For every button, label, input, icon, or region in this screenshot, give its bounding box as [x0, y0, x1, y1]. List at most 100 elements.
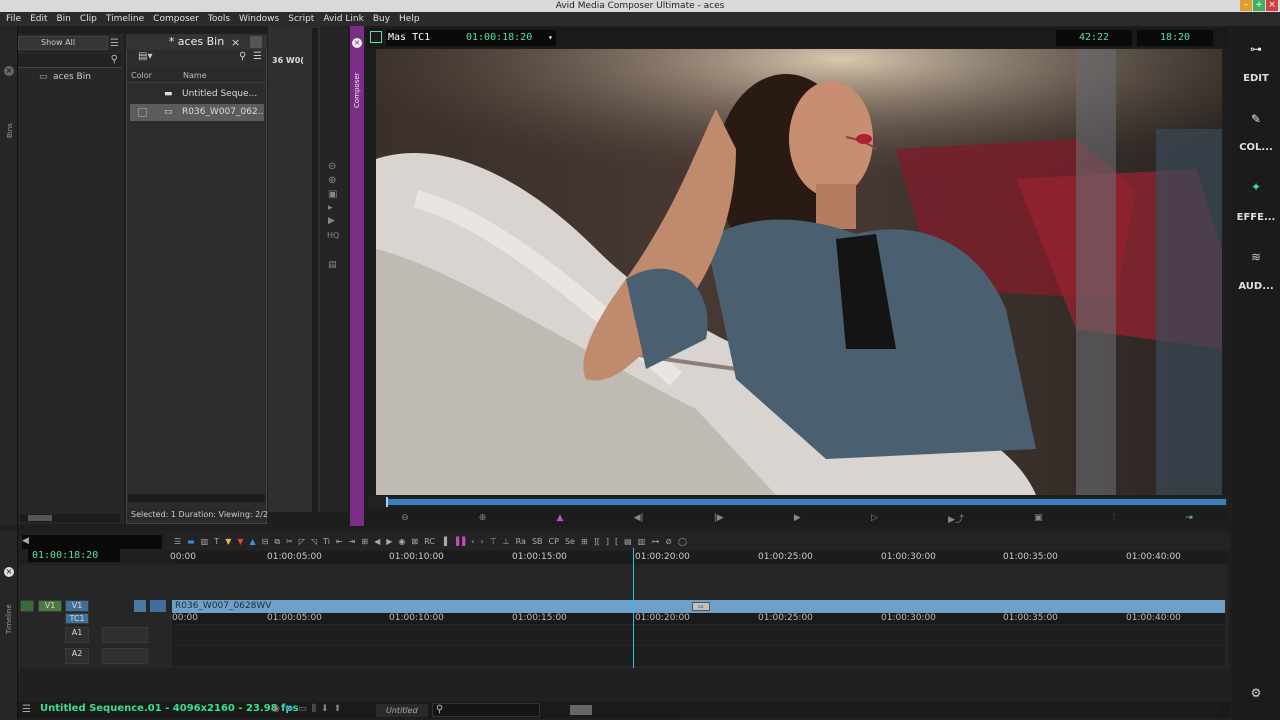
workspace-edit[interactable]: EDIT	[1232, 73, 1280, 84]
search-icon[interactable]: ⚲	[239, 51, 246, 62]
close-icon[interactable]: ×	[4, 567, 14, 577]
cut-icon[interactable]: ✂	[286, 537, 293, 546]
timeline-zoom-thumb[interactable]	[570, 705, 592, 715]
a2-controls[interactable]	[102, 648, 148, 664]
zoom-out-icon[interactable]: ⊖	[401, 513, 409, 523]
up-arrow-icon[interactable]: ⬆	[334, 704, 342, 714]
settings-icon[interactable]	[250, 36, 262, 48]
play-icon[interactable]: ▶	[794, 513, 801, 523]
columns-icon[interactable]: ⊞	[581, 537, 588, 546]
play-loop-icon[interactable]: ▷	[871, 513, 878, 523]
column-name[interactable]: Name	[183, 71, 207, 80]
open-bracket-icon[interactable]: [	[615, 537, 618, 546]
play-icon[interactable]: ▶	[328, 216, 335, 226]
bin-view-icon[interactable]: ▤▾	[138, 51, 152, 62]
toggle-icon[interactable]: ⊶	[651, 537, 659, 546]
bin-scrollbar[interactable]	[128, 494, 265, 502]
workspace-effects[interactable]: EFFE...	[1232, 212, 1280, 223]
menu-timeline[interactable]: Timeline	[106, 14, 144, 24]
workspace-color[interactable]: COL...	[1232, 142, 1280, 153]
zoom-in-icon[interactable]: ⊕	[479, 513, 487, 523]
menu-avid-link[interactable]: Avid Link	[323, 14, 363, 24]
bin-item-aces[interactable]: aces Bin	[53, 72, 91, 82]
mark-icon[interactable]: ▲	[557, 513, 564, 523]
color-brush-icon[interactable]: ✎	[1232, 112, 1280, 126]
show-all-select[interactable]: Show All	[18, 36, 108, 50]
bin-row-sequence[interactable]: ▬ Untitled Seque...	[130, 86, 264, 103]
hq-icon[interactable]: HQ	[327, 231, 339, 240]
menu-script[interactable]: Script	[288, 14, 314, 24]
trim-right-icon[interactable]: ◹	[311, 537, 317, 546]
play-icon[interactable]: ▶	[386, 537, 392, 546]
next-edit-icon[interactable]: ›	[481, 537, 484, 546]
bin-search-input[interactable]: ⚲	[18, 54, 122, 68]
ra-button[interactable]: Ra	[516, 537, 526, 546]
panel-right-icon[interactable]: ▥	[638, 537, 646, 546]
close-bracket-icon[interactable]: ]	[606, 537, 609, 546]
down-arrow-icon[interactable]: ⬇	[321, 704, 329, 714]
timeline-scrollbar[interactable]	[680, 705, 1220, 715]
display-icon[interactable]: ▤	[328, 260, 337, 270]
cp-button[interactable]: CP	[549, 537, 559, 546]
source-scrollbar[interactable]	[312, 28, 318, 512]
clip-color-icon[interactable]: ▥	[201, 537, 209, 546]
audio-wave-icon[interactable]: ≋	[1232, 250, 1280, 264]
audio-icon[interactable]: ⫼	[312, 704, 316, 714]
search-icon[interactable]: ⚲	[436, 704, 443, 715]
tc-display[interactable]: Mas TC1 01:00:18:20 ▾	[386, 30, 556, 46]
segment-icon[interactable]: ⧉	[274, 537, 280, 547]
counter-b[interactable]: 18:20	[1137, 30, 1213, 46]
source-v1-monitor[interactable]	[20, 600, 34, 612]
timeline-monitor-strip[interactable]: ◀	[22, 535, 162, 549]
menu-clip[interactable]: Clip	[80, 14, 97, 24]
lift-icon[interactable]: ▲	[250, 537, 256, 546]
source-v1-track[interactable]: V1	[38, 600, 62, 612]
sb-button[interactable]: SB	[532, 537, 543, 546]
rc-button[interactable]: RC	[424, 537, 435, 546]
record-v1-track[interactable]: V1	[65, 600, 89, 612]
monitor-icon[interactable]: ▭	[298, 704, 307, 714]
settings-icon[interactable]: ⚙	[1232, 686, 1280, 700]
splice-in-icon[interactable]: ▼	[225, 537, 231, 546]
menu-windows[interactable]: Windows	[239, 14, 279, 24]
maximize-icon[interactable]: +	[1253, 0, 1265, 11]
mark-clip-icon[interactable]: ▐▐	[453, 537, 465, 546]
close-icon[interactable]: ×	[231, 36, 240, 49]
bottom-icon[interactable]: ⊥	[503, 537, 510, 546]
mark-in-icon[interactable]: ▐	[441, 537, 447, 546]
brackets-icon[interactable]: ][	[594, 537, 600, 546]
viewer-frame[interactable]	[376, 49, 1222, 495]
position-indicator[interactable]	[386, 497, 388, 507]
panel-left-icon[interactable]: ▤	[624, 537, 632, 546]
bin-row-clip[interactable]: ▭ R036_W007_062...	[130, 104, 264, 121]
record-icon[interactable]: ◉	[272, 704, 280, 714]
effects-wand-icon[interactable]: ✦	[1232, 180, 1280, 194]
step-back-icon[interactable]: ◀	[374, 537, 380, 546]
counter-a[interactable]: 42:22	[1056, 30, 1132, 46]
edit-icon[interactable]: ⊶	[1232, 42, 1280, 56]
search-icon[interactable]: ⚲	[111, 54, 118, 65]
track-icon[interactable]: ▬	[285, 704, 294, 714]
monitor-icon[interactable]	[370, 31, 382, 43]
scroll-thumb[interactable]	[28, 515, 52, 521]
menu-icon[interactable]: ☰	[174, 537, 181, 546]
circle-icon[interactable]: ◯	[678, 537, 687, 546]
menu-buy[interactable]: Buy	[373, 14, 390, 24]
playhead[interactable]	[633, 548, 634, 668]
effect-icon[interactable]: ▭	[692, 602, 710, 611]
prev-edit-icon[interactable]: ‹	[471, 537, 474, 546]
chevron-down-icon[interactable]: ▾	[548, 30, 553, 46]
render-icon[interactable]: ⊠	[411, 537, 418, 546]
v1-monitor-icon[interactable]	[150, 600, 166, 612]
close-icon[interactable]: ×	[1266, 0, 1278, 11]
se-button[interactable]: Se	[565, 537, 575, 546]
record-icon[interactable]: ◉	[398, 537, 405, 546]
text-tool-icon[interactable]: T	[214, 537, 219, 546]
workspace-audio[interactable]: AUD...	[1232, 281, 1280, 292]
zoom-out-icon[interactable]: ⊖	[328, 161, 336, 172]
extract-icon[interactable]: ⊟	[262, 537, 269, 546]
display-icon[interactable]: ▣	[1034, 513, 1043, 523]
blue-track-icon[interactable]: ▬	[187, 537, 195, 546]
menu-help[interactable]: Help	[399, 14, 420, 24]
top-icon[interactable]: ⊤	[490, 537, 497, 546]
